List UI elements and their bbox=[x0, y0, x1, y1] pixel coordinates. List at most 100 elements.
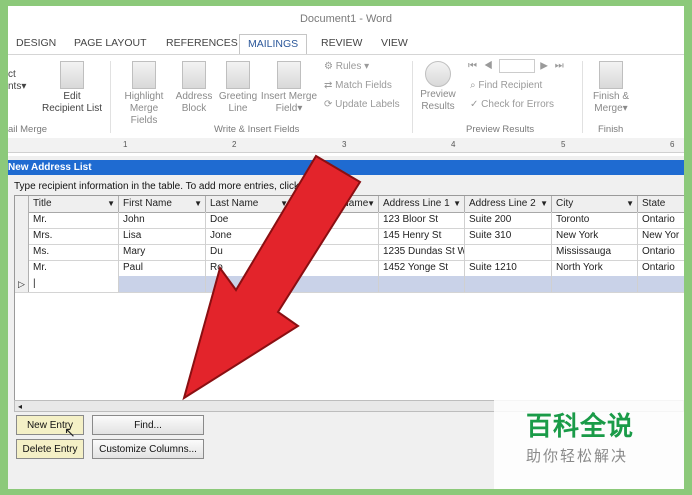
record-number-field[interactable] bbox=[499, 59, 536, 73]
table-cell[interactable]: Mrs. bbox=[29, 228, 119, 244]
tab-review[interactable]: REVIEW bbox=[321, 37, 362, 49]
chevron-down-icon: ▾ bbox=[21, 81, 27, 92]
table-row[interactable]: Ms. Mary Du 1235 Dundas St W Mississauga… bbox=[15, 244, 684, 261]
insert-merge-field-button[interactable]: Insert Merge Field▾ bbox=[258, 61, 320, 115]
table-cell[interactable] bbox=[292, 260, 379, 276]
table-cell[interactable]: Mr. bbox=[29, 260, 119, 276]
table-cell[interactable]: | bbox=[29, 276, 119, 292]
tab-view[interactable]: VIEW bbox=[381, 37, 408, 49]
table-cell[interactable]: 1452 Yonge St bbox=[379, 260, 465, 276]
table-cell[interactable] bbox=[465, 244, 552, 260]
row-selector[interactable] bbox=[15, 244, 29, 260]
edit-recipient-list-button[interactable]: Edit Recipient List bbox=[40, 61, 104, 115]
table-cell[interactable]: Paul bbox=[119, 260, 206, 276]
last-record-icon[interactable]: ⏭ bbox=[555, 61, 566, 72]
row-selector[interactable] bbox=[15, 228, 29, 244]
delete-entry-button[interactable]: Delete Entry bbox=[16, 439, 84, 459]
update-labels-button[interactable]: ⟳ Update Labels bbox=[324, 99, 400, 110]
chevron-down-icon[interactable]: ▼ bbox=[626, 196, 634, 212]
preview-results-button[interactable]: Preview Results bbox=[414, 61, 462, 113]
row-selector[interactable] bbox=[15, 260, 29, 276]
column-header[interactable]: State bbox=[638, 196, 684, 212]
previous-record-icon[interactable]: ◀ bbox=[484, 61, 495, 72]
table-cell[interactable]: New Yor bbox=[638, 228, 684, 244]
address-block-button[interactable]: Address Block bbox=[172, 61, 216, 115]
tab-page-layout[interactable]: PAGE LAYOUT bbox=[74, 37, 147, 49]
table-row[interactable]: Mr. John Doe Bel 123 Bloor St Suite 200 … bbox=[15, 212, 684, 229]
table-cell[interactable]: Ontario bbox=[638, 244, 684, 260]
table-cell[interactable]: North York bbox=[552, 260, 638, 276]
table-cell[interactable]: Suite 310 bbox=[465, 228, 552, 244]
table-cell[interactable] bbox=[292, 276, 379, 292]
match-fields-button[interactable]: ⇄ Match Fields bbox=[324, 80, 392, 91]
table-cell[interactable] bbox=[379, 276, 465, 292]
column-header[interactable]: City ▼ bbox=[552, 196, 638, 212]
first-record-icon[interactable]: ⏮ bbox=[468, 61, 479, 72]
chevron-down-icon[interactable]: ▼ bbox=[107, 196, 115, 212]
find-recipient-button[interactable]: ⌕ Find Recipient bbox=[470, 80, 542, 91]
column-header[interactable]: Last Name ▼ bbox=[206, 196, 292, 212]
table-cell[interactable] bbox=[292, 228, 379, 244]
table-cell[interactable]: Du bbox=[206, 244, 292, 260]
table-cell[interactable]: John bbox=[119, 212, 206, 228]
table-cell[interactable]: Ro bbox=[206, 260, 292, 276]
table-cell[interactable]: New York bbox=[552, 228, 638, 244]
column-header[interactable]: Address Line 1 ▼ bbox=[379, 196, 465, 212]
table-cell[interactable]: Doe bbox=[206, 212, 292, 228]
table-cell[interactable]: 145 Henry St bbox=[379, 228, 465, 244]
table-cell[interactable] bbox=[638, 276, 684, 292]
horizontal-ruler[interactable]: 1 2 3 4 5 6 bbox=[8, 138, 684, 153]
table-cell[interactable] bbox=[119, 276, 206, 292]
table-cell[interactable] bbox=[465, 276, 552, 292]
table-cell[interactable]: Ontario bbox=[638, 260, 684, 276]
scroll-left-icon[interactable]: ◂ bbox=[18, 402, 22, 411]
check-errors-button[interactable]: ✓ Check for Errors bbox=[470, 99, 554, 110]
highlight-icon bbox=[132, 61, 156, 89]
chevron-down-icon[interactable]: ▼ bbox=[453, 196, 461, 212]
table-cell[interactable]: Ontario bbox=[638, 212, 684, 228]
finish-merge-button[interactable]: Finish & Merge▾ bbox=[586, 61, 636, 115]
ribbon: ct nts▾ Edit Recipient List ail Merge Hi… bbox=[8, 54, 684, 140]
table-cell[interactable] bbox=[292, 244, 379, 260]
table-cell[interactable]: 1235 Dundas St W bbox=[379, 244, 465, 260]
select-all-cell[interactable] bbox=[15, 196, 29, 212]
table-cell[interactable]: Lisa bbox=[119, 228, 206, 244]
chevron-down-icon[interactable]: ▼ bbox=[280, 196, 288, 212]
find-button[interactable]: Find... bbox=[92, 415, 204, 435]
select-recipients-button[interactable]: ct nts▾ bbox=[8, 69, 26, 93]
tab-references[interactable]: REFERENCES bbox=[166, 37, 238, 49]
customize-columns-button[interactable]: Customize Columns... bbox=[92, 439, 204, 459]
chevron-down-icon[interactable]: ▼ bbox=[540, 196, 548, 212]
column-header[interactable]: Title ▼ bbox=[29, 196, 119, 212]
greeting-line-button[interactable]: Greeting Line bbox=[216, 61, 260, 115]
tab-design[interactable]: DESIGN bbox=[16, 37, 56, 49]
table-cell[interactable]: Suite 1210 bbox=[465, 260, 552, 276]
new-entry-row[interactable]: ▷ | bbox=[15, 276, 684, 293]
preview-label-1: Preview bbox=[420, 89, 456, 100]
table-cell[interactable]: Mary bbox=[119, 244, 206, 260]
table-cell[interactable] bbox=[552, 276, 638, 292]
table-cell[interactable] bbox=[206, 276, 292, 292]
next-record-icon[interactable]: ▶ bbox=[540, 61, 550, 72]
chevron-down-icon[interactable]: ▼ bbox=[367, 196, 375, 212]
chevron-down-icon[interactable]: ▼ bbox=[194, 196, 202, 212]
preview-icon bbox=[425, 61, 451, 87]
table-cell[interactable]: 123 Bloor St bbox=[379, 212, 465, 228]
rules-button[interactable]: ⚙ Rules ▾ bbox=[324, 61, 369, 72]
table-row[interactable]: Mr. Paul Ro 1452 Yonge St Suite 1210 Nor… bbox=[15, 260, 684, 277]
new-row-marker[interactable]: ▷ bbox=[15, 276, 29, 292]
column-header[interactable]: First Name ▼ bbox=[119, 196, 206, 212]
row-selector[interactable] bbox=[15, 212, 29, 228]
column-header[interactable]: Address Line 2 ▼ bbox=[465, 196, 552, 212]
table-cell[interactable]: Jone bbox=[206, 228, 292, 244]
table-cell[interactable]: Mr. bbox=[29, 212, 119, 228]
table-cell[interactable]: Mississauga bbox=[552, 244, 638, 260]
table-cell[interactable]: Suite 200 bbox=[465, 212, 552, 228]
record-navigation[interactable]: ⏮ ◀ ▶ ⏭ bbox=[468, 59, 566, 73]
table-cell[interactable]: Ms. bbox=[29, 244, 119, 260]
column-header[interactable]: Company Name ▼ bbox=[292, 196, 379, 212]
table-cell[interactable]: Toronto bbox=[552, 212, 638, 228]
highlight-merge-fields-button[interactable]: Highlight Merge Fields bbox=[116, 61, 172, 127]
table-row[interactable]: Mrs. Lisa Jone 145 Henry St Suite 310 Ne… bbox=[15, 228, 684, 245]
table-cell[interactable]: Bel bbox=[292, 212, 379, 228]
